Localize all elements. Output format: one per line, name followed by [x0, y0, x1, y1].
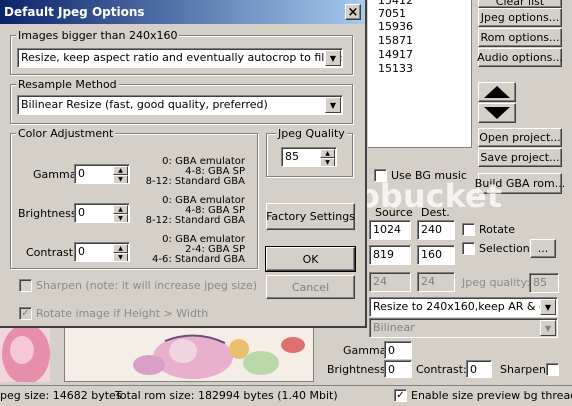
- ok-button[interactable]: OK: [265, 246, 356, 272]
- bg-size-list[interactable]: 15412 7051 15936 15871 14917 15133: [368, 0, 472, 148]
- resample-group-label: Resample Method: [16, 78, 119, 91]
- list-item[interactable]: 15412: [378, 0, 413, 7]
- dialog-title-bar[interactable]: Default Jpeg Options ×: [0, 0, 365, 24]
- contrast-value: 0: [78, 245, 85, 258]
- spin-down-icon[interactable]: ▼: [113, 175, 128, 183]
- jpeg-size-status: peg size: 14682 bytes: [0, 389, 122, 402]
- spin-buttons[interactable]: ▲ ▼: [113, 244, 128, 261]
- selection-label: Selection: [479, 242, 530, 255]
- spin-down-icon[interactable]: ▼: [113, 253, 128, 261]
- spin-buttons[interactable]: ▲ ▼: [113, 205, 128, 222]
- resample-method-dropdown[interactable]: Bilinear Resize (fast, good quality, pre…: [17, 95, 343, 115]
- rotate-label: Rotate image if Height > Width: [36, 307, 209, 320]
- list-item[interactable]: 14917: [378, 48, 413, 61]
- move-down-button[interactable]: [478, 103, 516, 123]
- jpeg-quality-label: Jpeg quality:: [462, 276, 531, 289]
- resample-method-value: Bilinear Resize (fast, good quality, pre…: [21, 98, 268, 111]
- quality-value: 85: [285, 150, 299, 163]
- jpeg-options-button[interactable]: Jpeg options...: [478, 8, 562, 27]
- spin-down-icon[interactable]: ▼: [113, 214, 128, 222]
- rom-size-status: Total rom size: 182994 bytes (1.40 Mbit): [115, 389, 338, 402]
- quality-field-1[interactable]: 24: [369, 272, 411, 292]
- resize-mode-dropdown[interactable]: Resize to 240x160,keep AR & crop ▼: [369, 297, 558, 317]
- preview-image: [65, 325, 313, 381]
- sharpen-label: Sharpen: [500, 363, 546, 376]
- enable-preview-checkbox[interactable]: ✓: [394, 389, 407, 402]
- list-item[interactable]: 7051: [378, 7, 406, 20]
- status-bar: peg size: 14682 bytes Total rom size: 18…: [0, 385, 572, 406]
- resample-dropdown[interactable]: Bilinear ▼: [369, 318, 558, 338]
- move-up-button[interactable]: [478, 82, 516, 102]
- brightness-value: 0: [78, 206, 85, 219]
- gamma-spinner[interactable]: 0 ▲ ▼: [74, 164, 130, 184]
- selection-checkbox[interactable]: [462, 242, 475, 255]
- enable-preview-label: Enable size preview bg thread: [411, 389, 572, 402]
- factory-settings-button[interactable]: Factory Settings: [266, 203, 355, 230]
- images-option-dropdown[interactable]: Resize, keep aspect ratio and eventually…: [17, 48, 343, 68]
- brightness-label: Brightness:: [327, 363, 390, 376]
- close-button[interactable]: ×: [345, 4, 361, 20]
- quality-spinner[interactable]: 85 ▲ ▼: [281, 147, 337, 167]
- quality-field-2[interactable]: 24: [417, 272, 455, 292]
- contrast-field[interactable]: 0: [466, 360, 492, 378]
- selection-browse-button[interactable]: ...: [530, 239, 556, 258]
- quality-group-label: Jpeg Quality: [276, 127, 347, 140]
- sharpen-checkbox[interactable]: [546, 363, 559, 376]
- open-project-button[interactable]: Open project...: [478, 128, 562, 147]
- spin-buttons[interactable]: ▲ ▼: [113, 166, 128, 183]
- thumbnail-image: [2, 324, 50, 382]
- contrast-label: Contrast:: [26, 246, 77, 259]
- contrast-hint: 0: GBA emulator 2-4: GBA SP 4-6: Standar…: [151, 234, 245, 265]
- dialog-title: Default Jpeg Options: [4, 5, 145, 19]
- cancel-button[interactable]: Cancel: [266, 275, 355, 299]
- image-preview[interactable]: [64, 324, 314, 382]
- contrast-spinner[interactable]: 0 ▲ ▼: [74, 242, 130, 262]
- gamma-field[interactable]: 0: [384, 341, 412, 359]
- brightness-hint: 0: GBA emulator 4-8: GBA SP 8-12: Standa…: [145, 195, 245, 226]
- list-item[interactable]: 15936: [378, 20, 413, 33]
- close-icon: ×: [347, 4, 359, 20]
- jpeg-options-dialog: Default Jpeg Options × Images bigger tha…: [0, 0, 367, 328]
- spin-up-icon[interactable]: ▲: [113, 205, 128, 214]
- sharpen-checkbox[interactable]: [19, 279, 32, 292]
- color-group-label: Color Adjustment: [16, 127, 116, 140]
- dest-height-field[interactable]: 160: [417, 245, 455, 265]
- list-item[interactable]: 15133: [378, 62, 413, 75]
- spin-down-icon[interactable]: ▼: [320, 158, 335, 166]
- audio-options-button[interactable]: Audio options...: [477, 48, 563, 67]
- clear-list-button[interactable]: Clear list: [478, 0, 562, 8]
- source-height-field[interactable]: 819: [369, 245, 411, 265]
- thumbnail-preview: [0, 324, 50, 382]
- rom-options-button[interactable]: Rom options...: [478, 28, 562, 47]
- brightness-label: Brightness:: [18, 207, 81, 220]
- sharpen-label: Sharpen (note: it will increase jpeg siz…: [36, 279, 258, 292]
- spin-up-icon[interactable]: ▲: [113, 244, 128, 253]
- list-item[interactable]: 15871: [378, 34, 413, 47]
- brightness-field[interactable]: 0: [384, 360, 412, 378]
- gamma-value: 0: [78, 167, 85, 180]
- brightness-spinner[interactable]: 0 ▲ ▼: [74, 203, 130, 223]
- rotate-checkbox[interactable]: ✓: [19, 307, 32, 320]
- spin-up-icon[interactable]: ▲: [320, 149, 335, 158]
- chevron-down-icon: ▼: [540, 320, 556, 336]
- resample-value: Bilinear: [373, 321, 415, 334]
- images-group-label: Images bigger than 240x160: [16, 29, 180, 42]
- arrow-up-icon: [484, 86, 510, 98]
- images-option-value: Resize, keep aspect ratio and eventually…: [21, 51, 343, 64]
- jpeg-quality-field[interactable]: 85: [529, 273, 559, 293]
- chevron-down-icon: ▼: [540, 299, 556, 315]
- arrow-down-icon: [484, 107, 510, 119]
- gamma-hint: 0: GBA emulator 4-8: GBA SP 8-12: Standa…: [145, 156, 245, 187]
- resize-mode-value: Resize to 240x160,keep AR & crop: [373, 300, 558, 313]
- spin-up-icon[interactable]: ▲: [113, 166, 128, 175]
- spin-buttons[interactable]: ▲ ▼: [320, 149, 335, 166]
- contrast-label: Contrast:: [416, 363, 467, 376]
- chevron-down-icon: ▼: [325, 97, 341, 113]
- chevron-down-icon: ▼: [325, 50, 341, 66]
